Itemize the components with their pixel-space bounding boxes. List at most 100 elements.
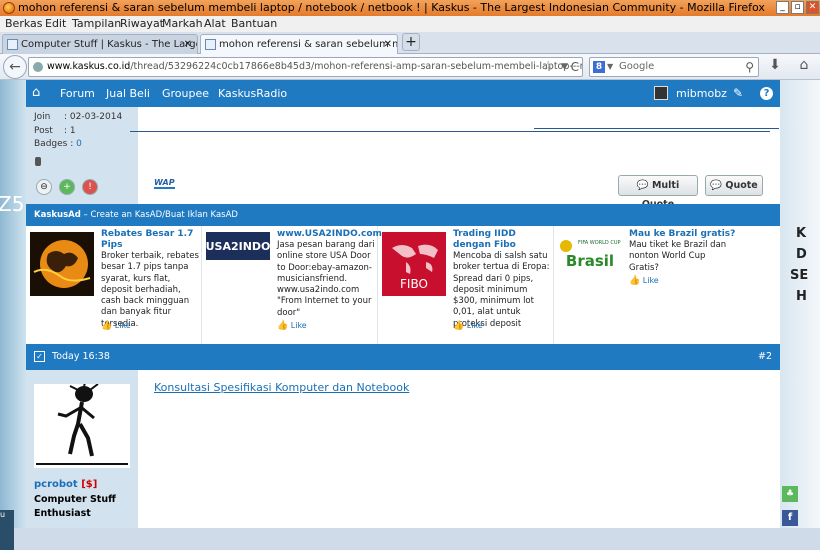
ad-item: USA2INDO www.USA2INDO.com Jasa pesan bar… (202, 226, 382, 344)
report-icon[interactable]: ! (82, 179, 98, 195)
nav-kaskusradio[interactable]: KaskusRadio (218, 80, 287, 107)
like-label: Like (642, 276, 659, 285)
menu-bar: Berkas Edit Tampilan Riwayat Markah Alat… (0, 16, 820, 32)
ad-title[interactable]: Rebates Besar 1.7 Pips (101, 229, 199, 251)
new-tab-button[interactable]: + (402, 33, 420, 51)
donatur-badge: [$] (81, 479, 98, 490)
ad-globe-image[interactable] (30, 232, 94, 296)
ad-title[interactable]: www.USA2INDO.com (277, 229, 382, 240)
poster-rank: Computer Stuff Enthusiast (34, 494, 116, 519)
like-button[interactable]: 👍 Like (277, 321, 307, 331)
divider (130, 131, 770, 132)
ad-usa2indo-logo[interactable]: USA2INDO (206, 232, 270, 260)
like-button[interactable]: 👍 Like (101, 321, 131, 331)
badges-label: Badges : (34, 139, 74, 149)
user-avatar[interactable] (654, 86, 668, 100)
badges-row: Badges : 0 (34, 139, 82, 149)
usa2indo-logo-text: USA2INDO (206, 240, 270, 253)
like-label: Like (290, 321, 307, 330)
ad-title[interactable]: Trading IIDD dengan Fibo (453, 229, 551, 251)
reputation-icon[interactable]: + (59, 179, 75, 195)
close-window-button[interactable]: ✕ (806, 1, 819, 14)
quote-button[interactable]: 💬 Quote (705, 175, 763, 196)
search-input[interactable]: 8 ▼ Google ⚲ (589, 57, 759, 77)
close-tab-icon[interactable]: ✕ (384, 35, 392, 54)
kaskusad-create-link[interactable]: – Create an KasAD/Buat Iklan KasAD (81, 210, 238, 220)
menu-berkas[interactable]: Berkas (5, 16, 43, 32)
window-title: mohon referensi & saran sebelum membeli … (18, 1, 765, 14)
back-button[interactable]: ← (3, 55, 27, 79)
like-label: Like (466, 321, 483, 330)
like-button[interactable]: 👍 Like (629, 276, 659, 286)
post-header-2: ✓ Today 16:38 #2 (26, 344, 780, 370)
thumbs-up-icon: 👍 (101, 321, 113, 331)
quote-icon: 💬 (636, 180, 649, 191)
ad-fibo-logo[interactable]: FIBO (382, 232, 446, 296)
tab-mohon-referensi[interactable]: mohon referensi & saran sebelum membeli … (200, 34, 398, 55)
url-host: www.kaskus.co.id (47, 61, 131, 72)
url-path: /thread/53296224c0cb17866e8b45d3/mohon-r… (130, 61, 582, 72)
bg-right-text: K (796, 226, 807, 241)
thumbs-up-icon: 👍 (453, 321, 465, 331)
post-number[interactable]: #2 (758, 344, 772, 370)
help-icon[interactable]: ? (760, 87, 773, 100)
ad-brasil-logo[interactable]: FIFA WORLD CUP Brasil (558, 234, 622, 272)
poster-username[interactable]: pcrobot [$] (34, 479, 97, 490)
close-tab-icon[interactable]: ✕ (184, 35, 192, 54)
menu-bantuan[interactable]: Bantuan (231, 16, 277, 32)
menu-alat[interactable]: Alat (204, 16, 226, 32)
tab-label: Computer Stuff | Kaskus - The Largest In… (21, 39, 197, 50)
quote-icon: 💬 (710, 180, 723, 191)
quote-label: Quote (725, 180, 758, 191)
post-link[interactable]: Konsultasi Spesifikasi Komputer dan Note… (154, 381, 409, 394)
kaskusad-bar: KaskusAd – Create an KasAD/Buat Iklan Ka… (26, 204, 780, 226)
user-avatar-image[interactable] (34, 384, 130, 468)
kaskus-home-icon[interactable]: ⌂ (32, 86, 46, 100)
google-icon: 8 (593, 61, 605, 73)
brasil-logo-text: Brasil (566, 252, 614, 270)
nav-forum[interactable]: Forum (60, 80, 95, 107)
background-ad-right: K D SE H (780, 80, 820, 528)
url-dropdown-icon[interactable]: ▼ (561, 58, 568, 76)
nav-jual-beli[interactable]: Jual Beli (106, 80, 150, 107)
like-button[interactable]: 👍 Like (453, 321, 483, 331)
kaskus-favicon (7, 39, 18, 50)
menu-markah[interactable]: Markah (162, 16, 203, 32)
poster-name[interactable]: pcrobot (34, 479, 78, 490)
multi-quote-button[interactable]: 💬 Multi Quote (618, 175, 698, 210)
post-content-2: Konsultasi Spesifikasi Komputer dan Note… (138, 370, 780, 528)
menu-tampilan[interactable]: Tampilan (72, 16, 121, 32)
search-icon[interactable]: ⚲ (745, 58, 754, 76)
checkbox-icon[interactable]: ✓ (34, 351, 45, 362)
maximize-button[interactable]: ▫ (791, 1, 804, 14)
tab-label: mohon referensi & saran sebelum membeli … (219, 39, 397, 50)
nav-groupee[interactable]: Groupee (162, 80, 209, 107)
ad-title[interactable]: Mau ke Brazil gratis? (629, 229, 739, 240)
kaskusad-title[interactable]: KaskusAd (34, 210, 81, 220)
search-engine-dropdown-icon[interactable]: ▼ (607, 58, 613, 76)
bg-right-text: D (796, 247, 807, 262)
download-icon[interactable]: ⬇ (766, 57, 784, 77)
share-icon[interactable]: ♣ (782, 486, 798, 502)
url-bar[interactable]: www.kaskus.co.id/thread/53296224c0cb1786… (28, 57, 583, 77)
minimize-button[interactable]: _ (776, 1, 789, 14)
background-ad-left: Z5 u (0, 80, 26, 550)
tab-computer-stuff[interactable]: Computer Stuff | Kaskus - The Largest In… (2, 34, 198, 54)
menu-riwayat[interactable]: Riwayat (120, 16, 164, 32)
join-value: : 02-03-2014 (64, 112, 123, 122)
home-icon[interactable]: ⌂ (795, 57, 813, 77)
edit-icon[interactable]: ✎ (733, 80, 743, 107)
facebook-icon[interactable]: f (782, 510, 798, 526)
globe-icon (33, 62, 43, 72)
ad-item: Rebates Besar 1.7 Pips Broker terbaik, r… (26, 226, 202, 344)
kaskus-favicon (205, 39, 216, 50)
menu-edit[interactable]: Edit (45, 16, 66, 32)
badges-value[interactable]: 0 (76, 139, 82, 149)
bg-right-text: SE (790, 268, 809, 283)
bookmark-star-icon[interactable]: ☆ (542, 58, 554, 76)
block-icon[interactable]: ⊖ (36, 179, 52, 195)
reload-icon[interactable]: C (571, 58, 579, 76)
username[interactable]: mibmobz (676, 80, 727, 107)
post-value: : 1 (64, 126, 76, 136)
thumbs-up-icon: 👍 (629, 276, 641, 286)
